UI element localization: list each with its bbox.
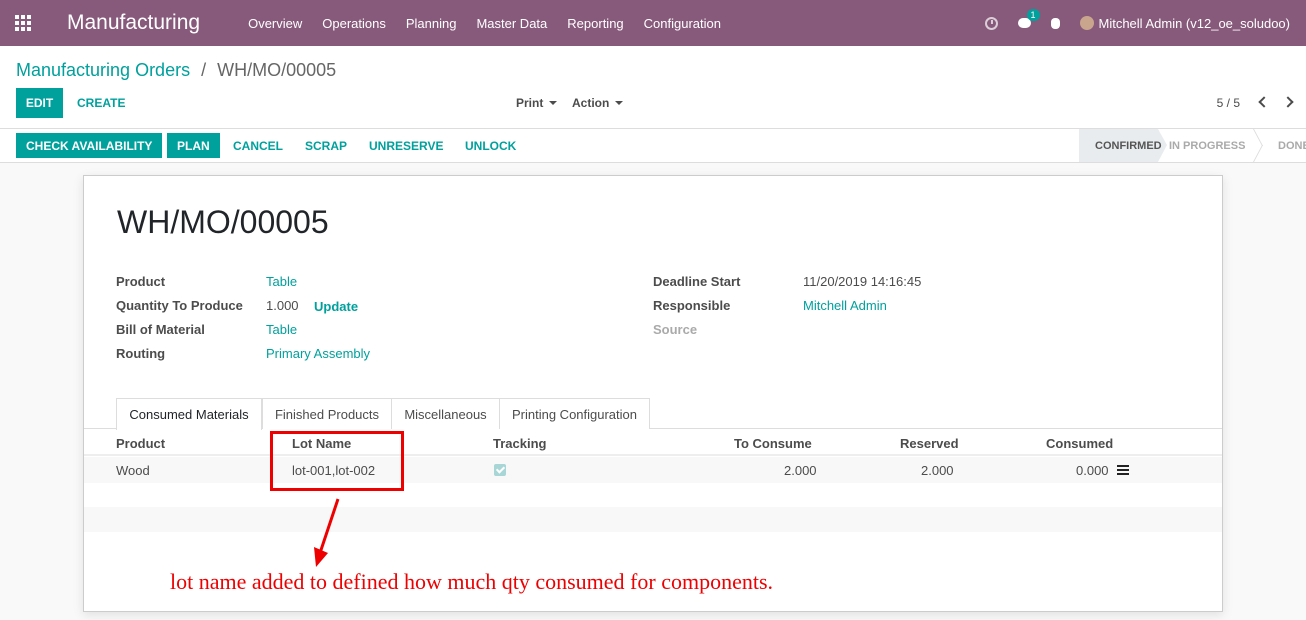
col-consumed[interactable]: Consumed xyxy=(1046,436,1113,451)
menu-operations[interactable]: Operations xyxy=(322,16,386,31)
detail-list-icon[interactable] xyxy=(1117,465,1129,475)
form-sheet: WH/MO/00005 Product Table Quantity To Pr… xyxy=(83,175,1223,612)
bug-icon[interactable] xyxy=(1050,17,1060,29)
tab-finished-products[interactable]: Finished Products xyxy=(262,398,392,429)
top-navbar: Manufacturing Overview Operations Planni… xyxy=(0,0,1306,46)
tab-miscellaneous[interactable]: Miscellaneous xyxy=(391,398,500,429)
menu-reporting[interactable]: Reporting xyxy=(567,16,623,31)
menu-configuration[interactable]: Configuration xyxy=(644,16,721,31)
deadline-label: Deadline Start xyxy=(653,274,741,289)
cell-to-consume: 2.000 xyxy=(784,463,817,478)
col-product[interactable]: Product xyxy=(116,436,165,451)
stage-done[interactable]: DONE xyxy=(1261,129,1306,162)
print-dropdown[interactable]: Print xyxy=(516,88,558,118)
source-label: Source xyxy=(653,322,698,337)
table-header: Product Lot Name Tracking To Consume Res… xyxy=(84,430,1222,456)
routing-label: Routing xyxy=(116,346,166,361)
col-reserved[interactable]: Reserved xyxy=(900,436,959,451)
stage-pipeline: CONFIRMED IN PROGRESS DONE xyxy=(1079,129,1306,162)
control-panel: Manufacturing Orders / WH/MO/00005 EDIT … xyxy=(0,46,1306,129)
action-label: Action xyxy=(572,96,610,110)
update-qty-button[interactable]: Update xyxy=(314,299,358,314)
product-label: Product xyxy=(116,274,166,289)
chat-icon[interactable]: 1 xyxy=(1017,9,1040,28)
bom-value[interactable]: Table xyxy=(266,322,297,337)
unreserve-button[interactable]: UNRESERVE xyxy=(369,133,443,158)
app-name: Manufacturing xyxy=(67,11,201,34)
apps-grid-icon[interactable] xyxy=(0,0,46,46)
stage-confirmed[interactable]: CONFIRMED xyxy=(1079,129,1162,162)
user-menu[interactable]: Mitchell Admin (v12_oe_soludoo) xyxy=(1079,15,1291,31)
chevron-right-icon[interactable] xyxy=(1282,96,1294,108)
chat-badge: 1 xyxy=(1026,9,1040,21)
breadcrumb-separator: / xyxy=(201,60,207,80)
tab-printing-configuration[interactable]: Printing Configuration xyxy=(499,398,650,429)
record-title: WH/MO/00005 xyxy=(117,204,329,240)
deadline-value: 11/20/2019 14:16:45 xyxy=(803,274,922,289)
menu-master-data[interactable]: Master Data xyxy=(476,16,547,31)
responsible-value[interactable]: Mitchell Admin xyxy=(803,298,887,313)
cell-product: Wood xyxy=(116,463,150,478)
caret-down-icon xyxy=(549,101,558,105)
pager-value[interactable]: 5 / 5 xyxy=(1217,96,1240,110)
cell-reserved: 2.000 xyxy=(921,463,954,478)
breadcrumb: Manufacturing Orders / WH/MO/00005 xyxy=(16,60,336,81)
check-availability-button[interactable]: CHECK AVAILABILITY xyxy=(16,133,163,158)
stage-divider xyxy=(1251,129,1261,162)
highlight-box xyxy=(270,431,404,491)
bom-label: Bill of Material xyxy=(116,322,205,337)
avatar xyxy=(1079,16,1094,30)
tab-consumed-materials[interactable]: Consumed Materials xyxy=(116,398,262,430)
chevron-left-icon[interactable] xyxy=(1258,96,1270,108)
responsible-label: Responsible xyxy=(653,298,731,313)
breadcrumb-current: WH/MO/00005 xyxy=(217,60,337,80)
stage-in-progress[interactable]: IN PROGRESS xyxy=(1167,129,1251,162)
main-menu: Overview Operations Planning Master Data… xyxy=(248,16,741,31)
clock-icon[interactable] xyxy=(984,16,998,30)
table-row[interactable]: Wood lot-001,lot-002 2.000 2.000 0.000 xyxy=(84,457,1222,483)
empty-row xyxy=(84,507,1222,532)
plan-button[interactable]: PLAN xyxy=(167,133,220,158)
annotation-arrow-icon xyxy=(314,498,340,567)
cancel-button[interactable]: CANCEL xyxy=(233,133,283,158)
cell-consumed: 0.000 xyxy=(1076,463,1109,478)
qty-label: Quantity To Produce xyxy=(116,298,243,313)
breadcrumb-parent[interactable]: Manufacturing Orders xyxy=(16,60,190,80)
print-label: Print xyxy=(516,96,544,110)
create-button[interactable]: CREATE xyxy=(77,88,125,118)
col-to-consume[interactable]: To Consume xyxy=(734,436,812,451)
user-name: Mitchell Admin (v12_oe_soludoo) xyxy=(1098,15,1291,31)
caret-down-icon xyxy=(615,101,624,105)
col-tracking[interactable]: Tracking xyxy=(493,436,546,451)
action-dropdown[interactable]: Action xyxy=(572,88,624,118)
routing-value[interactable]: Primary Assembly xyxy=(266,346,370,361)
tracking-checkbox xyxy=(494,464,506,476)
notebook-tabs: Consumed Materials Finished Products Mis… xyxy=(84,398,1222,430)
edit-button[interactable]: EDIT xyxy=(16,88,63,118)
annotation-text: lot name added to defined how much qty c… xyxy=(170,569,774,594)
menu-planning[interactable]: Planning xyxy=(406,16,457,31)
status-bar: CHECK AVAILABILITY PLAN CANCEL SCRAP UNR… xyxy=(0,129,1306,163)
qty-value: 1.000 xyxy=(266,298,299,313)
scrap-button[interactable]: SCRAP xyxy=(305,133,347,158)
product-value[interactable]: Table xyxy=(266,274,297,289)
menu-overview[interactable]: Overview xyxy=(248,16,302,31)
unlock-button[interactable]: UNLOCK xyxy=(465,133,516,158)
